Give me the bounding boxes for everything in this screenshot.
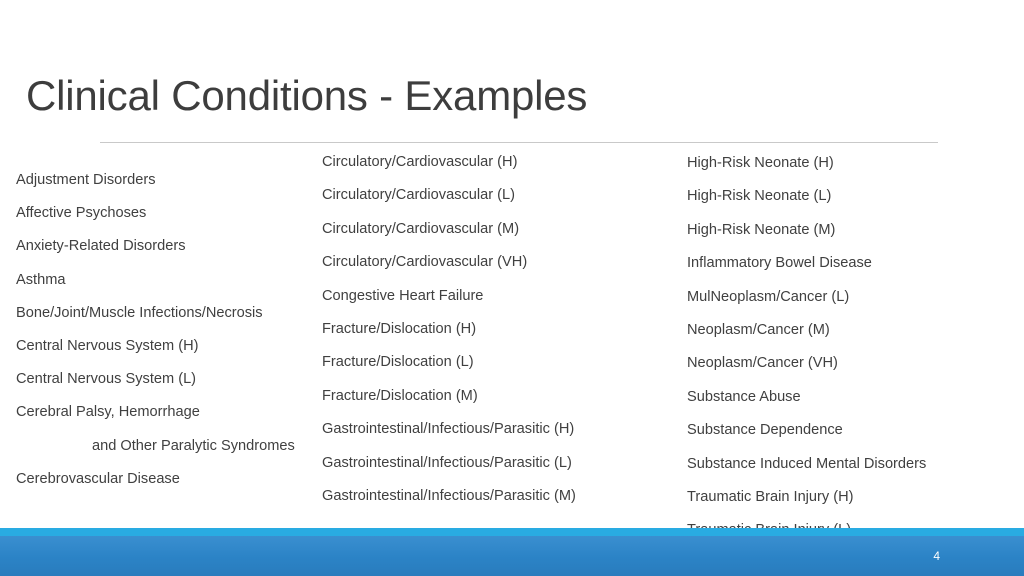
list-item: High-Risk Neonate (M): [687, 221, 836, 238]
list-item: High-Risk Neonate (L): [687, 188, 832, 205]
list-item: Gastrointestinal/Infectious/Parasitic (L…: [322, 454, 572, 471]
content-columns: Adjustment Disorders Affective Psychoses A…: [0, 0, 1024, 576]
list-item: Central Nervous System (L): [16, 371, 197, 388]
list-item: Substance Dependence: [687, 422, 843, 439]
list-item: Circulatory/Cardiovascular (L): [322, 187, 516, 204]
content-column-2: Circulatory/Cardiovascular (H) Circulator…: [322, 0, 682, 513]
slide: Clinical Conditions - Examples Adjustmen…: [0, 0, 1024, 576]
content-column-3: High-Risk Neonate (H) High-Risk Neonate (…: [687, 0, 1017, 548]
list-item: Congestive Heart Failure: [322, 287, 484, 304]
list-item: Affective Psychoses: [16, 205, 147, 222]
list-item: Cerebral Palsy, Hemorrhage: [16, 404, 200, 421]
list-item: Anxiety-Related Disorders: [16, 238, 186, 255]
list-item: Substance Induced Mental Disorders: [687, 455, 927, 472]
list-item: Substance Abuse: [687, 388, 801, 405]
list-item: Central Nervous System (H): [16, 338, 199, 355]
list-item: Inflammatory Bowel Disease: [687, 255, 872, 272]
list-item: Gastrointestinal/Infectious/Parasitic (M…: [322, 488, 576, 505]
list-item: MulNeoplasm/Cancer (L): [687, 288, 850, 305]
list-item: Adjustment Disorders: [16, 172, 156, 188]
list-item: Fracture/Dislocation (H): [322, 321, 477, 338]
footer-accent-bar: [0, 528, 1024, 536]
condition-list-3: High-Risk Neonate (H) High-Risk Neonate (…: [687, 0, 1017, 548]
list-item: Fracture/Dislocation (L): [322, 354, 474, 371]
list-item: High-Risk Neonate (H): [687, 155, 834, 171]
condition-list-2: Circulatory/Cardiovascular (H) Circulator…: [322, 0, 682, 513]
page-number: 4: [933, 549, 940, 563]
list-item: Neoplasm/Cancer (VH): [687, 355, 838, 372]
list-item: Circulatory/Cardiovascular (VH): [322, 254, 528, 271]
list-item: Circulatory/Cardiovascular (H): [322, 154, 518, 170]
list-item: Asthma: [16, 271, 66, 288]
list-item: Circulatory/Cardiovascular (M): [322, 220, 520, 237]
list-item: Fracture/Dislocation (M): [322, 387, 478, 404]
list-item: Cerebrovascular Disease: [16, 470, 180, 487]
condition-list-1: Adjustment Disorders Affective Psychoses A…: [16, 0, 316, 496]
content-column-1: Adjustment Disorders Affective Psychoses A…: [16, 0, 316, 496]
list-item: Neoplasm/Cancer (M): [687, 322, 830, 339]
list-item: Bone/Joint/Muscle Infections/Necrosis: [16, 304, 263, 321]
list-item: Traumatic Brain Injury (H): [687, 489, 854, 506]
list-item: and Other Paralytic Syndromes: [92, 437, 295, 454]
list-item: Gastrointestinal/Infectious/Parasitic (H…: [322, 421, 575, 438]
